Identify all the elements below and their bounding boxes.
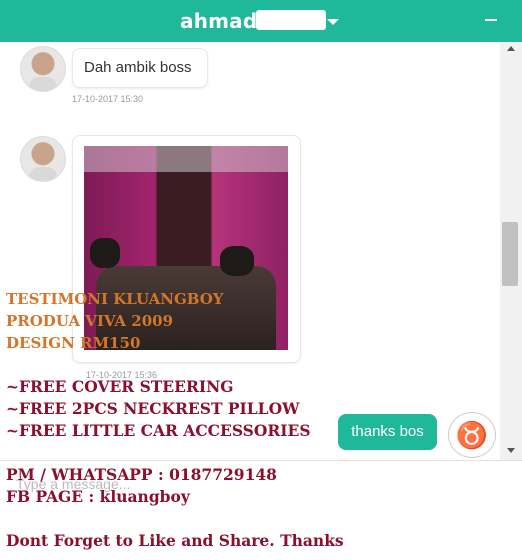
avatar[interactable] bbox=[20, 46, 66, 92]
message-bubble: Dah ambik boss bbox=[72, 48, 208, 88]
scroll-down-icon[interactable] bbox=[507, 448, 515, 453]
chevron-down-icon[interactable] bbox=[327, 19, 339, 25]
scroll-up-icon[interactable] bbox=[507, 46, 515, 51]
chat-scrollbar[interactable] bbox=[500, 42, 522, 460]
contact-name: ahmad bbox=[180, 9, 258, 33]
promo-free-item: ~FREE LITTLE CAR ACCESSORIES bbox=[6, 421, 311, 440]
promo-title: TESTIMONI KLUANGBOY bbox=[6, 290, 224, 308]
promo-contact: FB PAGE : kluangboy bbox=[6, 487, 190, 506]
avatar[interactable] bbox=[20, 136, 66, 182]
bull-logo-icon[interactable]: ♉ bbox=[448, 412, 496, 458]
promo-free-item: ~FREE 2PCS NECKREST PILLOW bbox=[6, 399, 300, 418]
message-list: Dah ambik boss 17-10-2017 15:30 17-10-20… bbox=[0, 42, 500, 460]
promo-free-item: ~FREE COVER STEERING bbox=[6, 377, 234, 396]
promo-footer: Dont Forget to Like and Share. Thanks bbox=[6, 531, 344, 550]
promo-contact: PM / WHATSAPP : 0187729148 bbox=[6, 465, 277, 484]
promo-car: PRODUA VIVA 2009 bbox=[6, 312, 174, 330]
sent-message-bubble: thanks bos bbox=[338, 414, 437, 450]
message-text: Dah ambik boss bbox=[84, 59, 192, 76]
chat-header: ahmad bbox=[0, 0, 522, 42]
message-timestamp: 17-10-2017 15:30 bbox=[72, 94, 144, 104]
scroll-thumb[interactable] bbox=[502, 222, 518, 286]
minimize-icon[interactable] bbox=[485, 19, 497, 21]
promo-price: DESIGN RM150 bbox=[6, 334, 141, 352]
redacted-name-block bbox=[256, 10, 326, 30]
